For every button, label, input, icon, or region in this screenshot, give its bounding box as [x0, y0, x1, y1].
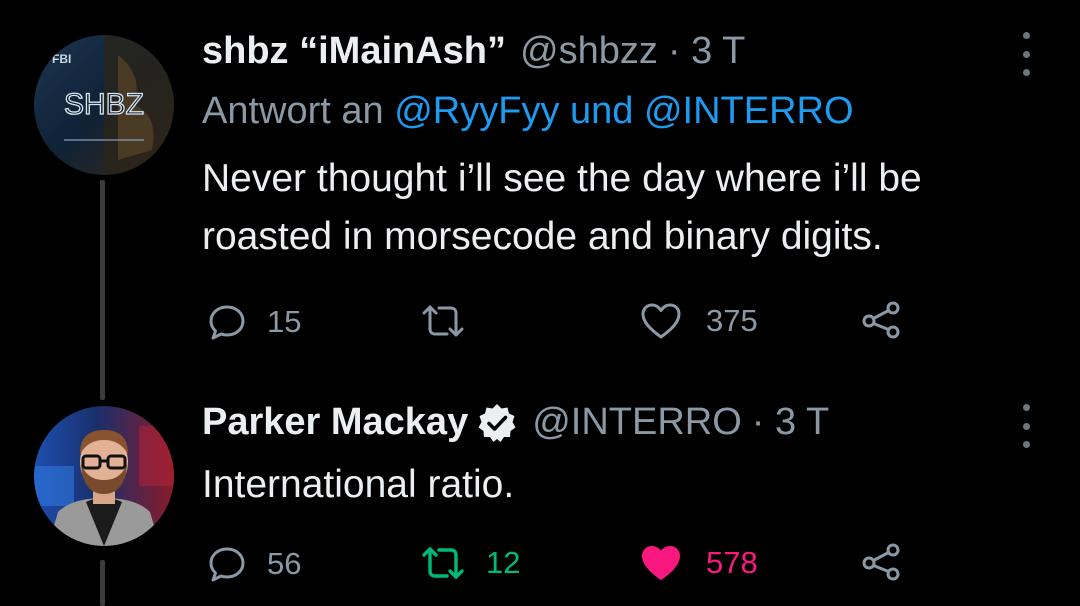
thread-line: [100, 180, 105, 400]
tweet-text: Never thought i’ll see the day where i’l…: [202, 150, 922, 266]
like-count: 375: [706, 303, 758, 338]
tweet-text-line: roasted in morsecode and binary digits.: [202, 215, 883, 258]
reply-button[interactable]: 56: [207, 544, 301, 584]
reply-prefix: Antwort an: [202, 90, 384, 132]
like-button[interactable]: 578: [640, 544, 758, 582]
like-count: 578: [706, 545, 758, 580]
reply-mentions[interactable]: @RyyFyy und @INTERRO: [394, 90, 853, 132]
retweet-button[interactable]: [420, 303, 466, 339]
verified-icon: [478, 403, 516, 442]
share-icon: [862, 543, 900, 581]
like-icon: [642, 546, 680, 580]
avatar-text: SHBZ: [64, 88, 144, 121]
share-button[interactable]: [860, 542, 902, 582]
avatar-badge-text: FBI: [52, 52, 71, 66]
timestamp[interactable]: · 3 T: [752, 401, 829, 444]
timestamp[interactable]: · 3 T: [668, 30, 745, 73]
tweet-header: Parker Mackay @INTERRO · 3 T: [202, 401, 829, 444]
reply-button[interactable]: 15: [207, 302, 301, 342]
more-icon[interactable]: [1016, 32, 1036, 76]
avatar[interactable]: FBI SHBZ: [34, 35, 174, 175]
retweet-count: 12: [486, 545, 521, 580]
tweet-text-line: Never thought i’ll see the day where i’l…: [202, 157, 922, 200]
retweet-button[interactable]: 12: [420, 545, 520, 581]
reply-icon: [209, 547, 245, 582]
more-icon[interactable]: [1016, 404, 1036, 448]
retweet-icon: [422, 305, 464, 337]
tweet-header: shbz “iMainAsh” @shbzz · 3 T: [202, 30, 745, 73]
user-handle[interactable]: @shbzz: [520, 30, 658, 73]
thread-line: [100, 560, 105, 606]
reply-context: Antwort an @RyyFyy und @INTERRO: [202, 90, 854, 133]
share-button[interactable]: [860, 300, 902, 340]
like-button[interactable]: 375: [640, 302, 758, 340]
retweet-icon: [422, 547, 464, 579]
like-icon: [641, 303, 681, 339]
tweet-text-line: International ratio.: [202, 463, 515, 506]
avatar[interactable]: [34, 406, 174, 546]
display-name[interactable]: Parker Mackay: [202, 401, 468, 444]
user-handle[interactable]: @INTERRO: [532, 401, 742, 444]
reply-count: 56: [267, 546, 302, 581]
display-name[interactable]: shbz “iMainAsh”: [202, 30, 506, 73]
share-icon: [862, 301, 900, 339]
reply-count: 15: [267, 304, 302, 339]
tweet-text: International ratio.: [202, 456, 514, 514]
reply-icon: [209, 305, 245, 340]
